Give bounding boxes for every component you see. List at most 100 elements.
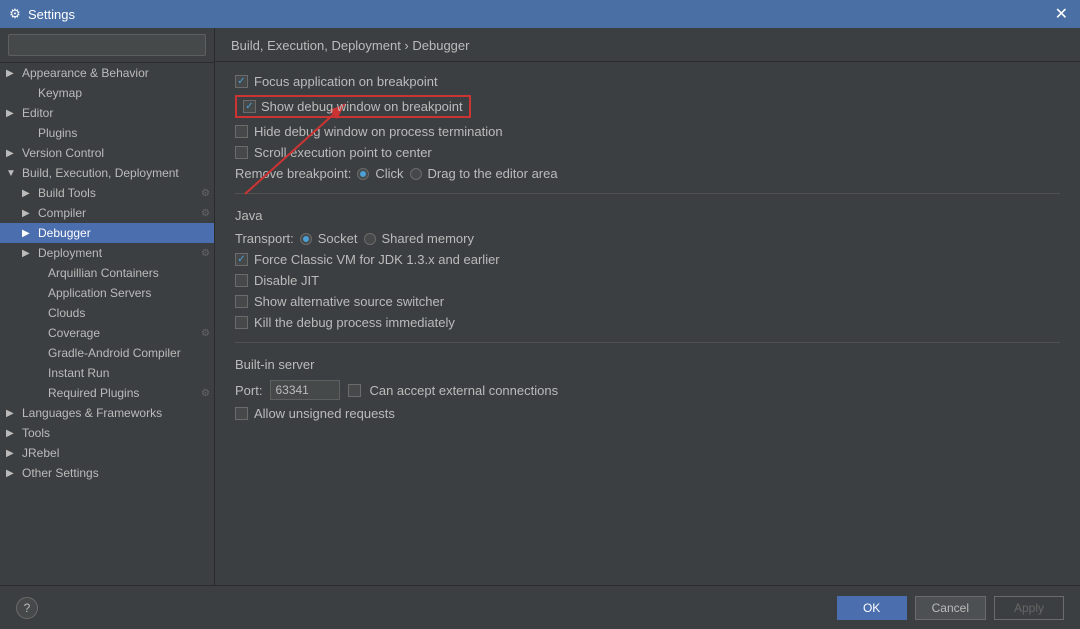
search-input[interactable] bbox=[8, 34, 206, 56]
window-title: Settings bbox=[28, 7, 75, 22]
sidebar-item-label: JRebel bbox=[22, 446, 59, 460]
sidebar-item-jrebel[interactable]: ▶ JRebel bbox=[0, 443, 214, 463]
arrow-icon: ▶ bbox=[6, 468, 18, 479]
force-classic-checkbox[interactable] bbox=[235, 253, 248, 266]
sidebar-item-clouds[interactable]: Clouds bbox=[0, 303, 214, 323]
sidebar-item-gradle-android[interactable]: Gradle-Android Compiler bbox=[0, 343, 214, 363]
arrow-icon: ▶ bbox=[22, 248, 34, 259]
can-accept-checkbox[interactable] bbox=[348, 384, 361, 397]
nav-list: ▶Appearance & Behavior Keymap ▶ Editor Plugi… bbox=[0, 63, 214, 483]
kill-debug-checkbox[interactable] bbox=[235, 316, 248, 329]
sidebar-item-label: Coverage bbox=[48, 326, 100, 340]
apply-button[interactable]: Apply bbox=[994, 596, 1064, 620]
allow-unsigned-label[interactable]: Allow unsigned requests bbox=[254, 406, 395, 421]
show-alt-label[interactable]: Show alternative source switcher bbox=[254, 294, 444, 309]
sidebar-item-coverage[interactable]: Coverage ⚙ bbox=[0, 323, 214, 343]
sidebar-item-keymap[interactable]: Keymap bbox=[0, 83, 214, 103]
sidebar-item-label: Clouds bbox=[48, 306, 85, 320]
show-debug-highlight: Show debug window on breakpoint bbox=[235, 95, 471, 118]
sidebar-item-other-settings[interactable]: ▶Other Settings bbox=[0, 463, 214, 483]
arrow-icon: ▶ bbox=[6, 408, 18, 419]
close-button[interactable]: ✕ bbox=[1051, 2, 1072, 26]
port-input[interactable] bbox=[270, 380, 340, 400]
disable-jit-label[interactable]: Disable JIT bbox=[254, 273, 319, 288]
scroll-exec-label[interactable]: Scroll execution point to center bbox=[254, 145, 432, 160]
content-area: Build, Execution, Deployment › Debugger … bbox=[215, 28, 1080, 585]
sidebar-item-arquillian[interactable]: Arquillian Containers bbox=[0, 263, 214, 283]
arrow-icon: ▶ bbox=[6, 108, 18, 119]
ok-button[interactable]: OK bbox=[837, 596, 907, 620]
sidebar-item-label: Deployment bbox=[38, 246, 102, 260]
title-bar: ⚙ Settings ✕ bbox=[0, 0, 1080, 28]
gear-icon: ⚙ bbox=[201, 328, 210, 339]
gear-icon: ⚙ bbox=[201, 208, 210, 219]
settings-icon: ⚙ bbox=[8, 7, 22, 21]
focus-app-checkbox[interactable] bbox=[235, 75, 248, 88]
sidebar-item-instant-run[interactable]: Instant Run bbox=[0, 363, 214, 383]
arrow-icon: ▶ bbox=[22, 188, 34, 199]
sidebar-item-appearance[interactable]: ▶Appearance & Behavior bbox=[0, 63, 214, 83]
scroll-exec-checkbox[interactable] bbox=[235, 146, 248, 159]
sidebar-item-label: Plugins bbox=[38, 126, 77, 140]
sidebar-item-editor[interactable]: ▶ Editor bbox=[0, 103, 214, 123]
remove-breakpoint-label: Remove breakpoint: bbox=[235, 166, 351, 181]
sidebar-item-plugins[interactable]: Plugins bbox=[0, 123, 214, 143]
remove-click-label: Click bbox=[375, 166, 403, 181]
sidebar-item-deployment[interactable]: ▶Deployment⚙ bbox=[0, 243, 214, 263]
show-debug-label[interactable]: Show debug window on breakpoint bbox=[261, 99, 463, 114]
cancel-button[interactable]: Cancel bbox=[915, 596, 986, 620]
sidebar-item-label: Languages & Frameworks bbox=[22, 406, 162, 420]
sidebar-item-app-servers[interactable]: Application Servers bbox=[0, 283, 214, 303]
gear-icon: ⚙ bbox=[201, 188, 210, 199]
kill-debug-row: Kill the debug process immediately bbox=[235, 315, 1060, 330]
sidebar-item-required-plugins[interactable]: Required Plugins⚙ bbox=[0, 383, 214, 403]
remove-drag-label: Drag to the editor area bbox=[428, 166, 558, 181]
separator-java bbox=[235, 193, 1060, 194]
sidebar: ▶Appearance & Behavior Keymap ▶ Editor Plugi… bbox=[0, 28, 215, 585]
focus-app-row: Focus application on breakpoint bbox=[235, 74, 1060, 89]
hide-debug-checkbox[interactable] bbox=[235, 125, 248, 138]
hide-debug-row: Hide debug window on process termination bbox=[235, 124, 1060, 139]
settings-panel: Focus application on breakpoint Show deb… bbox=[215, 62, 1080, 585]
sidebar-item-version-control[interactable]: ▶Version Control bbox=[0, 143, 214, 163]
port-label: Port: bbox=[235, 383, 262, 398]
transport-label: Transport: bbox=[235, 231, 294, 246]
show-alt-checkbox[interactable] bbox=[235, 295, 248, 308]
sidebar-item-label: Gradle-Android Compiler bbox=[48, 346, 181, 360]
force-classic-label[interactable]: Force Classic VM for JDK 1.3.x and earli… bbox=[254, 252, 500, 267]
sidebar-item-label: Debugger bbox=[38, 226, 91, 240]
kill-debug-label[interactable]: Kill the debug process immediately bbox=[254, 315, 455, 330]
sidebar-item-tools[interactable]: ▶ Tools bbox=[0, 423, 214, 443]
sidebar-item-label: Arquillian Containers bbox=[48, 266, 159, 280]
sidebar-item-label: Tools bbox=[22, 426, 50, 440]
sidebar-item-languages[interactable]: ▶ Languages & Frameworks bbox=[0, 403, 214, 423]
show-debug-checkbox[interactable] bbox=[243, 100, 256, 113]
can-accept-label[interactable]: Can accept external connections bbox=[369, 383, 558, 398]
shared-memory-radio[interactable] bbox=[364, 233, 376, 245]
help-button[interactable]: ? bbox=[16, 597, 38, 619]
separator-server bbox=[235, 342, 1060, 343]
sidebar-item-label: Application Servers bbox=[48, 286, 151, 300]
allow-unsigned-checkbox[interactable] bbox=[235, 407, 248, 420]
sidebar-item-label: Editor bbox=[22, 106, 53, 120]
arrow-icon: ▶ bbox=[6, 428, 18, 439]
remove-click-radio[interactable] bbox=[357, 168, 369, 180]
sidebar-item-debugger[interactable]: ▶ Debugger bbox=[0, 223, 214, 243]
sidebar-item-build-execution[interactable]: ▼Build, Execution, Deployment bbox=[0, 163, 214, 183]
disable-jit-row: Disable JIT bbox=[235, 273, 1060, 288]
socket-radio[interactable] bbox=[300, 233, 312, 245]
show-debug-row: Show debug window on breakpoint bbox=[235, 95, 1060, 118]
sidebar-item-compiler[interactable]: ▶Compiler⚙ bbox=[0, 203, 214, 223]
arrow-icon: ▶ bbox=[22, 228, 34, 239]
remove-drag-radio[interactable] bbox=[410, 168, 422, 180]
footer: ? OK Cancel Apply bbox=[0, 585, 1080, 629]
sidebar-item-label: Keymap bbox=[38, 86, 82, 100]
main-container: ▶Appearance & Behavior Keymap ▶ Editor Plugi… bbox=[0, 28, 1080, 585]
focus-app-label[interactable]: Focus application on breakpoint bbox=[254, 74, 438, 89]
arrow-icon: ▶ bbox=[6, 448, 18, 459]
sidebar-item-build-tools[interactable]: ▶Build Tools⚙ bbox=[0, 183, 214, 203]
disable-jit-checkbox[interactable] bbox=[235, 274, 248, 287]
port-row: Port: Can accept external connections bbox=[235, 380, 1060, 400]
force-classic-row: Force Classic VM for JDK 1.3.x and earli… bbox=[235, 252, 1060, 267]
hide-debug-label[interactable]: Hide debug window on process termination bbox=[254, 124, 503, 139]
